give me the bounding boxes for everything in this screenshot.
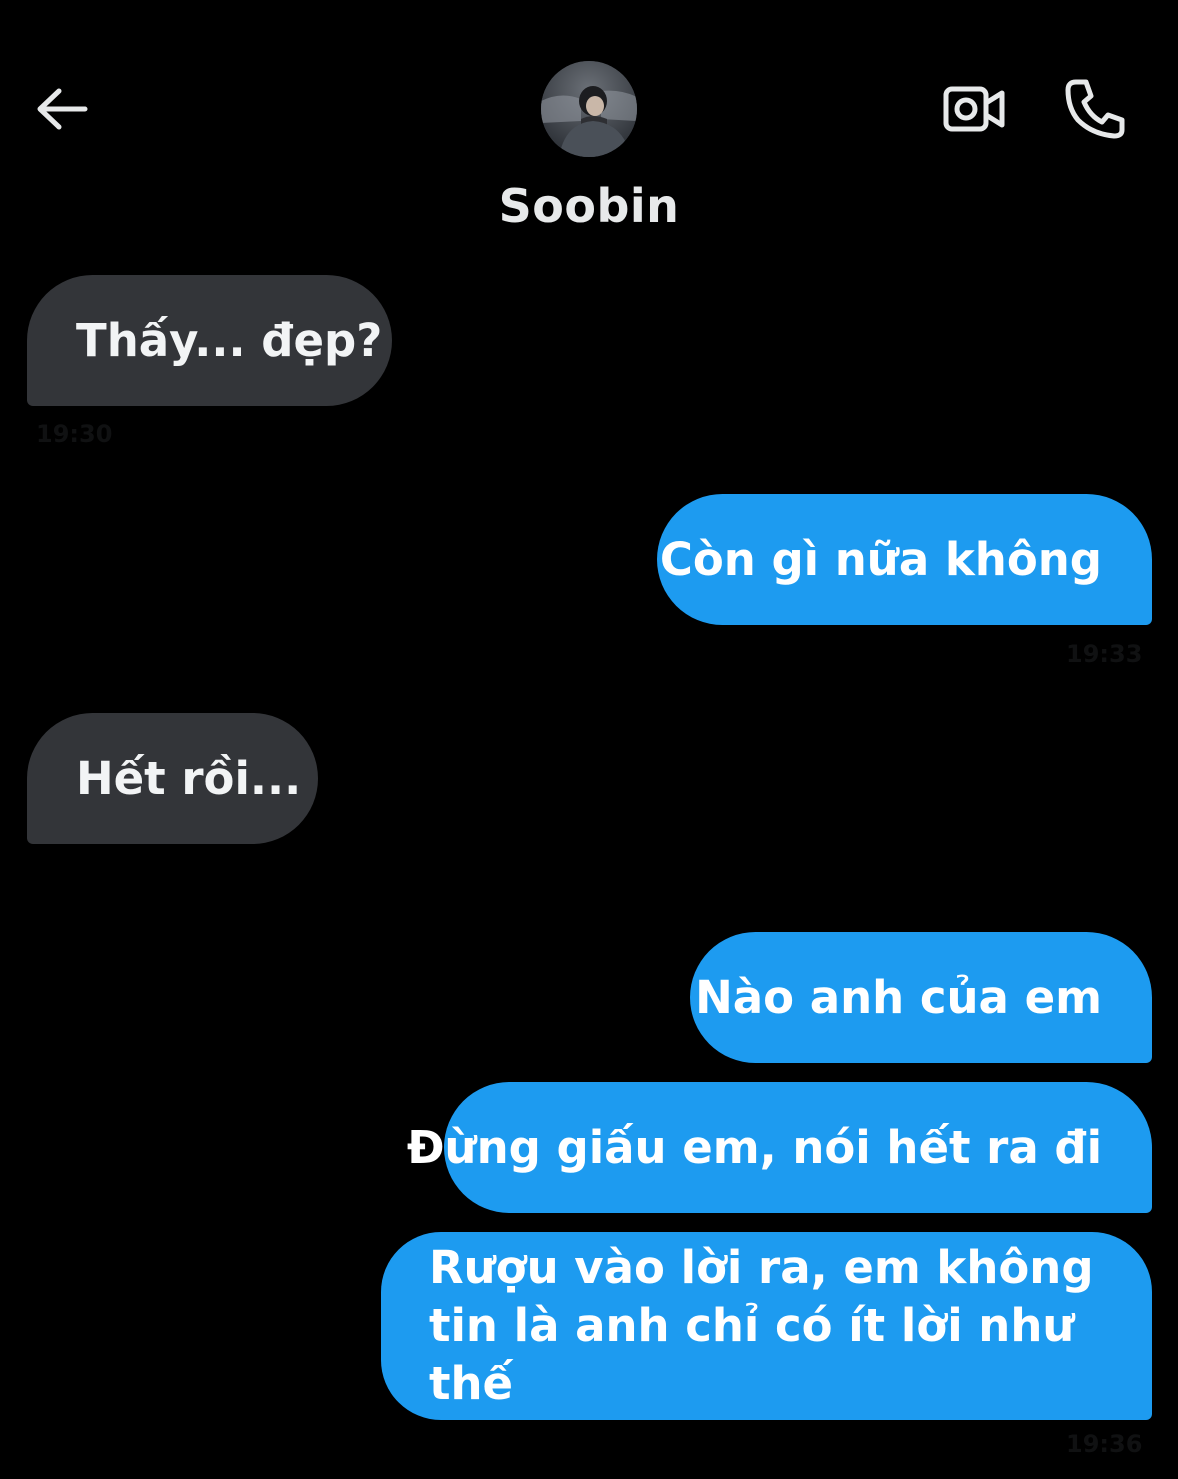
video-call-button[interactable] — [938, 76, 1012, 142]
phone-icon — [1065, 79, 1125, 139]
contact-name: Soobin — [498, 179, 680, 233]
message-text: Còn gì nữa không — [659, 532, 1102, 586]
video-camera-icon — [943, 86, 1005, 132]
back-button[interactable] — [30, 80, 92, 138]
voice-call-button[interactable] — [1058, 72, 1132, 146]
message-bubble-outgoing[interactable]: Đừng giấu em, nói hết ra đi — [407, 1082, 1152, 1213]
message-timestamp: 19:30 — [36, 420, 113, 448]
message-bubble-outgoing[interactable]: Còn gì nữa không — [657, 494, 1152, 625]
message-timestamp: 19:33 — [1066, 640, 1143, 668]
message-text: Nào anh của em — [695, 970, 1102, 1024]
avatar[interactable] — [541, 61, 637, 157]
message-bubble-outgoing[interactable]: Nào anh của em — [690, 932, 1152, 1063]
message-text: Rượu vào lời ra, em không tin là anh chỉ… — [429, 1241, 1094, 1410]
message-text: Đừng giấu em, nói hết ra đi — [406, 1120, 1102, 1174]
arrow-left-icon — [37, 88, 88, 130]
avatar-photo — [541, 61, 637, 157]
message-bubble-outgoing[interactable]: Rượu vào lời ra, em không tin là anh chỉ… — [381, 1232, 1152, 1420]
message-timestamp: 19:36 — [1066, 1430, 1143, 1458]
message-text: Thấy... đẹp? — [76, 313, 383, 367]
message-bubble-incoming[interactable]: Thấy... đẹp? — [27, 275, 392, 406]
message-bubble-incoming[interactable]: Hết rồi... — [27, 713, 318, 844]
message-text: Hết rồi... — [76, 751, 302, 805]
